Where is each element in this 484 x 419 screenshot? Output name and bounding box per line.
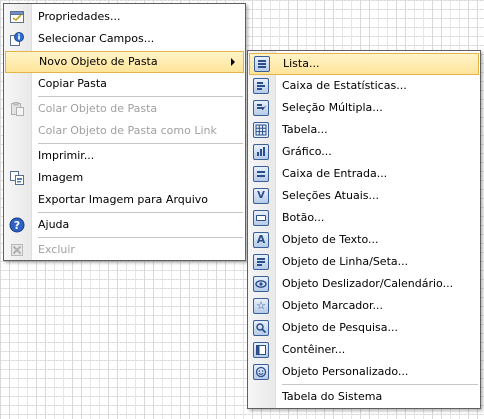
submenu-item-label: Lista... xyxy=(283,57,320,70)
menu-separator xyxy=(282,384,478,385)
chart-icon xyxy=(253,144,269,160)
menu-item-copy-sheet[interactable]: Copiar Pasta xyxy=(4,73,245,95)
new-sheet-object-submenu: Lista... Caixa de Estatísticas... ✓ Sele… xyxy=(247,50,481,409)
paste-icon xyxy=(9,101,25,117)
menu-item-delete[interactable]: Excluir xyxy=(4,239,245,261)
submenu-item-current-selections[interactable]: V Seleções Atuais... xyxy=(248,185,480,207)
submenu-item-custom-object[interactable]: Objeto Personalizado... xyxy=(248,361,480,383)
svg-text:?: ? xyxy=(14,219,20,232)
menu-item-export-image[interactable]: Exportar Imagem para Arquivo xyxy=(4,189,245,211)
menu-item-paste-as-link[interactable]: Colar Objeto de Pasta como Link xyxy=(4,120,245,142)
properties-icon xyxy=(9,9,25,25)
menu-item-image[interactable]: Imagem xyxy=(4,167,245,189)
submenu-item-label: Tabela do Sistema xyxy=(282,390,383,403)
submenu-item-label: Tabela... xyxy=(282,123,328,136)
help-icon: ? xyxy=(9,217,25,233)
context-menu: Propriedades... Selecionar Campos... Nov… xyxy=(3,3,246,261)
delete-icon xyxy=(9,242,25,258)
submenu-item-label: Objeto de Pesquisa... xyxy=(282,321,398,334)
submenu-item-list-box[interactable]: Lista... xyxy=(249,53,479,75)
submenu-item-table-box[interactable]: Tabela... xyxy=(248,119,480,141)
submenu-item-label: Seleções Atuais... xyxy=(282,189,379,202)
submenu-item-bookmark-object[interactable]: ☆ Objeto Marcador... xyxy=(248,295,480,317)
submenu-item-label: Seleção Múltipla... xyxy=(282,101,383,114)
submenu-item-label: Gráfico... xyxy=(282,145,332,158)
menu-item-print[interactable]: Imprimir... xyxy=(4,145,245,167)
submenu-item-statistics-box[interactable]: Caixa de Estatísticas... xyxy=(248,75,480,97)
menu-separator xyxy=(38,237,243,238)
current-selections-icon: V xyxy=(253,188,269,204)
line-arrow-icon xyxy=(253,254,269,270)
menu-item-label: Selecionar Campos... xyxy=(38,32,155,45)
submenu-item-multi-box[interactable]: ✓ Seleção Múltipla... xyxy=(248,97,480,119)
submenu-item-label: Caixa de Estatísticas... xyxy=(282,79,407,92)
menu-item-new-sheet-object[interactable]: Novo Objeto de Pasta xyxy=(5,51,244,73)
submenu-item-line-arrow[interactable]: Objeto de Linha/Seta... xyxy=(248,251,480,273)
menu-item-label: Imagem xyxy=(38,171,84,184)
container-icon xyxy=(253,342,269,358)
menu-item-label: Ajuda xyxy=(38,218,70,231)
menu-separator xyxy=(38,212,243,213)
submenu-item-label: Objeto Personalizado... xyxy=(282,365,409,378)
bookmark-icon: ☆ xyxy=(253,298,269,314)
menu-separator xyxy=(38,96,243,97)
menu-item-label: Novo Objeto de Pasta xyxy=(39,55,158,68)
submenu-item-input-box[interactable]: Caixa de Entrada... xyxy=(248,163,480,185)
submenu-item-label: Caixa de Entrada... xyxy=(282,167,388,180)
submenu-item-container[interactable]: Contêiner... xyxy=(248,339,480,361)
submenu-item-text-object[interactable]: A Objeto de Texto... xyxy=(248,229,480,251)
submenu-item-button[interactable]: Botão... xyxy=(248,207,480,229)
submenu-item-slider-calendar[interactable]: Objeto Deslizador/Calendário... xyxy=(248,273,480,295)
menu-item-label: Excluir xyxy=(38,243,75,256)
submenu-item-label: Contêiner... xyxy=(282,343,346,356)
menu-item-label: Propriedades... xyxy=(38,10,121,23)
menu-item-label: Imprimir... xyxy=(38,149,95,162)
slider-calendar-icon xyxy=(253,276,269,292)
submenu-item-label: Botão... xyxy=(282,211,325,224)
submenu-item-label: Objeto de Linha/Seta... xyxy=(282,255,409,268)
menu-item-select-fields[interactable]: Selecionar Campos... xyxy=(4,28,245,50)
menu-item-paste-sheet-object[interactable]: Colar Objeto de Pasta xyxy=(4,98,245,120)
menu-separator xyxy=(38,143,243,144)
statistics-box-icon xyxy=(253,78,269,94)
submenu-item-chart[interactable]: Gráfico... xyxy=(248,141,480,163)
submenu-item-label: Objeto de Texto... xyxy=(282,233,379,246)
table-box-icon xyxy=(253,122,269,138)
menu-item-help[interactable]: ? Ajuda xyxy=(4,214,245,236)
list-box-icon xyxy=(254,56,270,72)
search-object-icon xyxy=(253,320,269,336)
text-object-icon: A xyxy=(253,232,269,248)
image-copy-icon xyxy=(9,170,25,186)
menu-item-properties[interactable]: Propriedades... xyxy=(4,6,245,28)
multi-box-icon: ✓ xyxy=(253,100,269,116)
submenu-arrow-icon xyxy=(231,58,235,66)
button-icon xyxy=(253,210,269,226)
custom-object-icon xyxy=(253,364,269,380)
submenu-item-label: Objeto Marcador... xyxy=(282,299,384,312)
input-box-icon xyxy=(253,166,269,182)
submenu-item-label: Objeto Deslizador/Calendário... xyxy=(282,277,454,290)
menu-item-label: Colar Objeto de Pasta xyxy=(38,102,158,115)
menu-item-label: Exportar Imagem para Arquivo xyxy=(38,193,209,206)
menu-item-label: Colar Objeto de Pasta como Link xyxy=(38,124,217,137)
submenu-item-search-object[interactable]: Objeto de Pesquisa... xyxy=(248,317,480,339)
submenu-item-system-table[interactable]: Tabela do Sistema xyxy=(248,386,480,408)
menu-item-label: Copiar Pasta xyxy=(38,77,107,90)
select-fields-icon xyxy=(9,31,25,47)
